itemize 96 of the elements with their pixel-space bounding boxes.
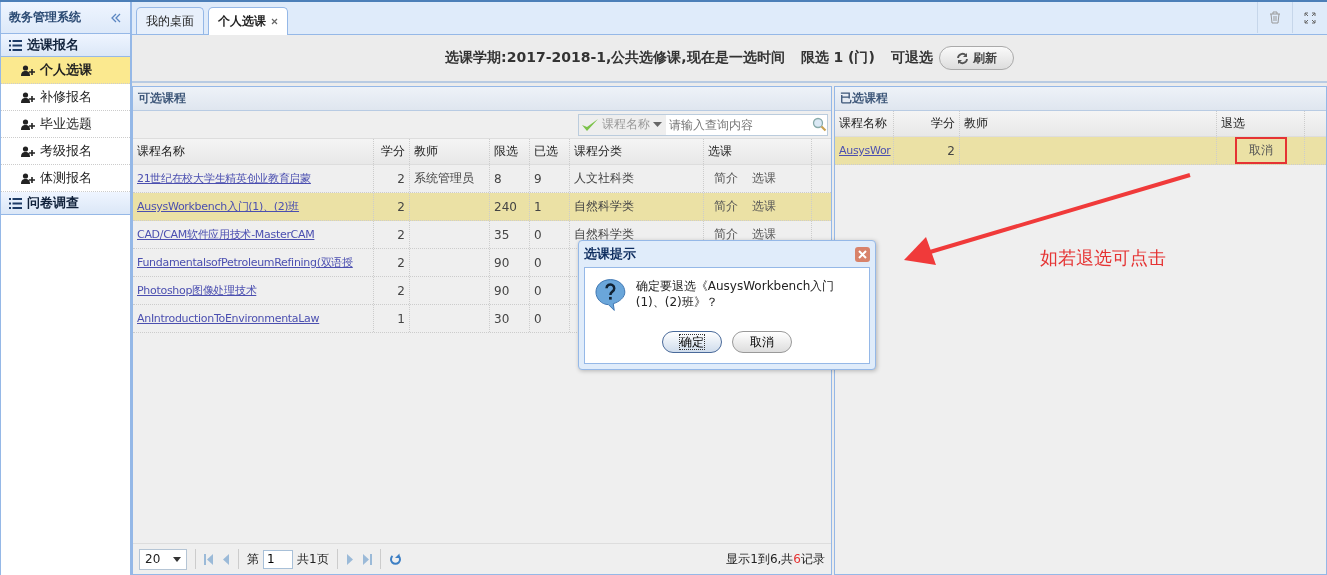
- action-link[interactable]: 简介: [714, 170, 738, 187]
- table-cell: 2: [947, 143, 955, 158]
- table-cell: 自然科学类: [574, 226, 634, 243]
- annotation-text: 如若退选可点击: [1040, 246, 1166, 270]
- column-header[interactable]: 限选: [490, 139, 530, 164]
- list-icon: [9, 39, 22, 51]
- action-link[interactable]: 简介: [714, 198, 738, 215]
- close-icon[interactable]: [855, 246, 870, 262]
- next-page-icon[interactable]: [345, 553, 354, 565]
- sidebar-item[interactable]: 考级报名: [1, 138, 130, 165]
- last-page-icon[interactable]: [361, 553, 372, 565]
- table-cell: 90: [494, 255, 510, 270]
- reload-icon[interactable]: [388, 552, 402, 566]
- course-link[interactable]: AusysWor: [839, 144, 891, 157]
- tab[interactable]: 我的桌面: [136, 7, 204, 34]
- limit-info: 限选 1 (门): [800, 49, 875, 67]
- cancel-link[interactable]: 取消: [1234, 137, 1287, 164]
- column-header[interactable]: 课程分类: [570, 139, 704, 164]
- action-link[interactable]: 选课: [752, 226, 776, 243]
- column-header[interactable]: 学分: [894, 111, 960, 136]
- caret-icon: [653, 122, 662, 127]
- action-link[interactable]: 简介: [714, 226, 738, 243]
- table-cell: 2: [397, 283, 405, 298]
- refresh-icon: [955, 51, 969, 65]
- page-label: 第: [247, 550, 259, 568]
- column-header[interactable]: 已选: [530, 139, 570, 164]
- add-user-icon: [21, 145, 35, 157]
- table-cell: 2: [397, 171, 405, 186]
- caret-icon: [173, 556, 181, 562]
- check-icon: [581, 117, 599, 132]
- close-icon[interactable]: [271, 18, 278, 25]
- column-header[interactable]: 教师: [410, 139, 490, 164]
- table-row[interactable]: AusysWor 2 取消: [835, 137, 1326, 165]
- table-cell: 240: [494, 199, 517, 214]
- term-info: 选课学期:2017-2018-1,公共选修课,现在是一选时间: [445, 49, 785, 67]
- course-link[interactable]: AnIntroductionToEnvironmentaLaw: [137, 312, 320, 325]
- table-cell: 0: [534, 311, 542, 326]
- table-cell: 1: [397, 311, 405, 326]
- add-user-icon: [21, 118, 35, 130]
- search-icon[interactable]: [812, 117, 827, 132]
- course-link[interactable]: AusysWorkbench入门(1)、(2)班: [137, 199, 300, 214]
- table-cell: 1: [534, 199, 542, 214]
- course-link[interactable]: Photoshop图像处理技术: [137, 283, 257, 298]
- table-cell: 30: [494, 311, 510, 326]
- column-header[interactable]: 退选: [1217, 111, 1305, 136]
- trash-icon: [1269, 11, 1281, 24]
- total-pages: 共1页: [297, 550, 329, 568]
- course-link[interactable]: FundamentalsofPetroleumRefining(双语授: [137, 255, 353, 270]
- table-cell: 8: [494, 171, 502, 186]
- question-icon: [595, 278, 626, 312]
- table-cell: 人文社科类: [574, 170, 634, 187]
- add-user-icon: [21, 64, 35, 76]
- table-cell: 90: [494, 283, 510, 298]
- panel-title: 可选课程: [138, 90, 186, 107]
- sidebar-item[interactable]: 个人选课: [1, 57, 130, 84]
- fullscreen-icon: [1304, 11, 1316, 24]
- record-summary: 显示1到6,共6记录: [726, 550, 825, 568]
- action-link[interactable]: 选课: [752, 170, 776, 187]
- dialog-button[interactable]: 确定: [662, 331, 722, 353]
- app-title: 教务管理系统: [9, 9, 81, 26]
- sidebar-section[interactable]: 选课报名: [1, 34, 130, 57]
- first-page-icon[interactable]: [204, 553, 214, 565]
- panel-title: 已选课程: [840, 90, 888, 107]
- refresh-button[interactable]: 刷新: [938, 46, 1014, 70]
- column-header[interactable]: 选课: [704, 139, 812, 164]
- page-number-field[interactable]: 1: [263, 549, 293, 569]
- collapse-icon[interactable]: [110, 11, 122, 24]
- withdraw-info: 可退选: [890, 49, 933, 67]
- table-cell: 0: [534, 255, 542, 270]
- action-link[interactable]: 选课: [752, 198, 776, 215]
- sidebar-section[interactable]: 问卷调查: [1, 192, 130, 215]
- table-cell: 0: [534, 283, 542, 298]
- list-icon: [9, 197, 22, 209]
- column-header[interactable]: 课程名称: [133, 139, 374, 164]
- table-cell: 系统管理员: [414, 170, 474, 187]
- table-cell: 自然科学类: [574, 198, 634, 215]
- table-row[interactable]: AusysWorkbench入门(1)、(2)班 2 240 1 自然科学类 简介 选课: [133, 193, 831, 221]
- course-link[interactable]: CAD/CAM软件应用技术-MasterCAM: [137, 227, 315, 242]
- column-header[interactable]: 学分: [374, 139, 410, 164]
- sidebar-item[interactable]: 补修报名: [1, 84, 130, 111]
- table-cell: 0: [534, 227, 542, 242]
- page-size-select[interactable]: 20: [139, 548, 187, 570]
- tab[interactable]: 个人选课: [208, 7, 288, 35]
- column-header[interactable]: 教师: [960, 111, 1217, 136]
- table-cell: 35: [494, 227, 510, 242]
- add-user-icon: [21, 172, 35, 184]
- previous-page-icon[interactable]: [222, 553, 230, 565]
- table-cell: 2: [397, 255, 405, 270]
- table-cell: 9: [534, 171, 542, 186]
- add-user-icon: [21, 91, 35, 103]
- sidebar-item[interactable]: 毕业选题: [1, 111, 130, 138]
- dialog-button[interactable]: 取消: [732, 331, 792, 353]
- table-cell: 2: [397, 227, 405, 242]
- column-header[interactable]: 课程名称: [835, 111, 894, 136]
- course-link[interactable]: 21世纪在校大学生精英创业教育启蒙: [137, 171, 311, 186]
- table-cell: 2: [397, 199, 405, 214]
